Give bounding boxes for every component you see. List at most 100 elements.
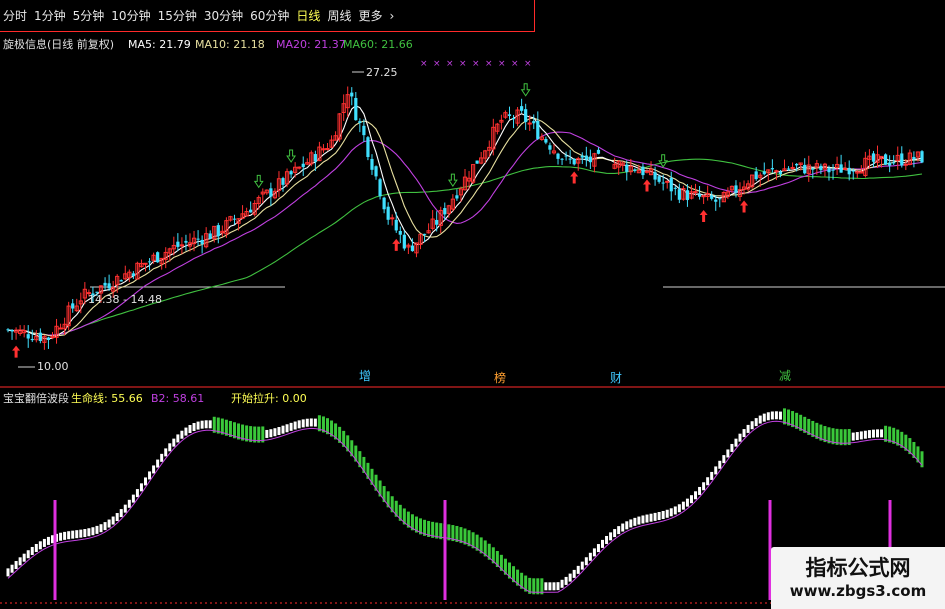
candle-down	[839, 164, 843, 173]
wave-bar-up	[42, 538, 46, 547]
wave-bar-up	[168, 443, 172, 452]
candle-down	[677, 189, 681, 200]
candle-down	[673, 187, 677, 189]
candle-down	[119, 280, 123, 282]
wave-bar-up	[273, 428, 277, 437]
wave-bar-up	[576, 565, 580, 574]
wave-bar-up	[653, 512, 657, 521]
candle-down	[560, 158, 564, 160]
candle-down	[710, 195, 714, 199]
wave-bar-up	[629, 519, 633, 528]
candle-down	[685, 190, 690, 201]
candle-down	[382, 197, 386, 210]
candle-down	[871, 153, 876, 162]
candle-down	[584, 155, 588, 160]
candle-up	[50, 336, 55, 339]
date-marker-3[interactable]: 财	[610, 371, 622, 385]
candle-down	[71, 303, 75, 309]
candle-down	[580, 155, 584, 158]
candle-down	[208, 233, 212, 239]
up-arrow-icon	[392, 238, 401, 251]
candle-down	[795, 163, 799, 166]
candle-down	[200, 239, 204, 244]
candle-down	[386, 206, 390, 220]
candle-down	[851, 170, 855, 172]
wave-bar-up	[572, 569, 576, 578]
wave-bar-up	[30, 546, 34, 555]
wave-bar-up	[297, 420, 301, 429]
wave-bar-up	[669, 508, 673, 517]
candle-down	[269, 188, 273, 197]
wave-bar-up	[548, 582, 552, 591]
candle-down	[588, 156, 592, 163]
wave-bar-up	[192, 423, 196, 432]
candle-down	[734, 185, 738, 193]
candle-down	[176, 241, 180, 247]
wave-bar-up	[673, 506, 677, 515]
wave-bar-up	[67, 531, 71, 540]
wave-bar-up	[641, 515, 645, 524]
candle-down	[147, 261, 152, 263]
candle-down	[847, 167, 851, 175]
candle-down	[422, 233, 427, 235]
candle-down	[362, 125, 366, 136]
candle-down	[920, 151, 924, 163]
wave-bar-up	[75, 530, 79, 539]
wave-bar-up	[592, 548, 596, 557]
wave-bar-up	[710, 471, 714, 480]
date-marker-1[interactable]: 增	[359, 369, 371, 383]
candle-down	[661, 182, 665, 184]
candle-down	[754, 171, 758, 180]
date-marker-4[interactable]: 减	[779, 369, 791, 383]
candle-down	[564, 155, 568, 157]
candle-down	[107, 283, 111, 289]
low-price-label: 10.00	[37, 360, 69, 373]
wave-bar-up	[156, 459, 160, 468]
wave-bar-up	[859, 431, 863, 440]
wave-bar-up	[26, 550, 30, 559]
wave-bar-up	[645, 514, 649, 523]
wave-bar-up	[855, 432, 859, 441]
candle-down	[289, 171, 293, 175]
candle-down	[378, 179, 382, 197]
down-arrow-icon	[658, 154, 669, 168]
wave-bar-up	[313, 418, 317, 427]
wave-bar-up	[552, 582, 556, 591]
wave-bar-up	[750, 421, 754, 430]
candle-down	[762, 171, 766, 175]
candle-down	[507, 114, 512, 116]
candle-down	[394, 219, 398, 231]
wave-bar-up	[596, 544, 600, 553]
wave-bar-up	[661, 510, 665, 519]
wave-bar-up	[46, 536, 50, 545]
candle-down	[26, 334, 30, 339]
grid-lines	[0, 71, 945, 604]
candle-down	[455, 195, 459, 199]
candle-up	[843, 168, 848, 171]
wave-bar-up	[131, 494, 135, 503]
candle-down	[410, 245, 415, 252]
candle-down	[370, 158, 374, 170]
wave-bar-up	[204, 420, 208, 429]
candle-down	[520, 106, 524, 111]
wave-bar-up	[754, 418, 758, 427]
wave-bar-up	[876, 429, 880, 438]
date-marker-2[interactable]: 榜	[494, 370, 506, 385]
wave-bar-up	[637, 516, 641, 525]
start-rise-label: 开始拉升: 0.00	[231, 391, 307, 405]
candle-down	[103, 282, 107, 286]
candle-down	[900, 153, 904, 166]
wave-bar-up	[778, 411, 782, 420]
kline-chart[interactable]: × × × × × × × × × 旋极信息(日线 前复权) MA5: 21.79 MA10: …	[0, 0, 945, 609]
wave-bar-up	[702, 482, 706, 491]
wave-bar-up	[139, 483, 143, 492]
candle-up	[527, 122, 532, 125]
candle-up	[143, 262, 148, 265]
wave-bar-up	[119, 509, 123, 518]
candle-down	[374, 166, 378, 177]
wave-bar-up	[305, 418, 309, 427]
candle-down	[184, 240, 188, 243]
wave-bar-up	[746, 424, 750, 433]
wave-bar-up	[613, 529, 617, 538]
candle-down	[536, 120, 540, 139]
